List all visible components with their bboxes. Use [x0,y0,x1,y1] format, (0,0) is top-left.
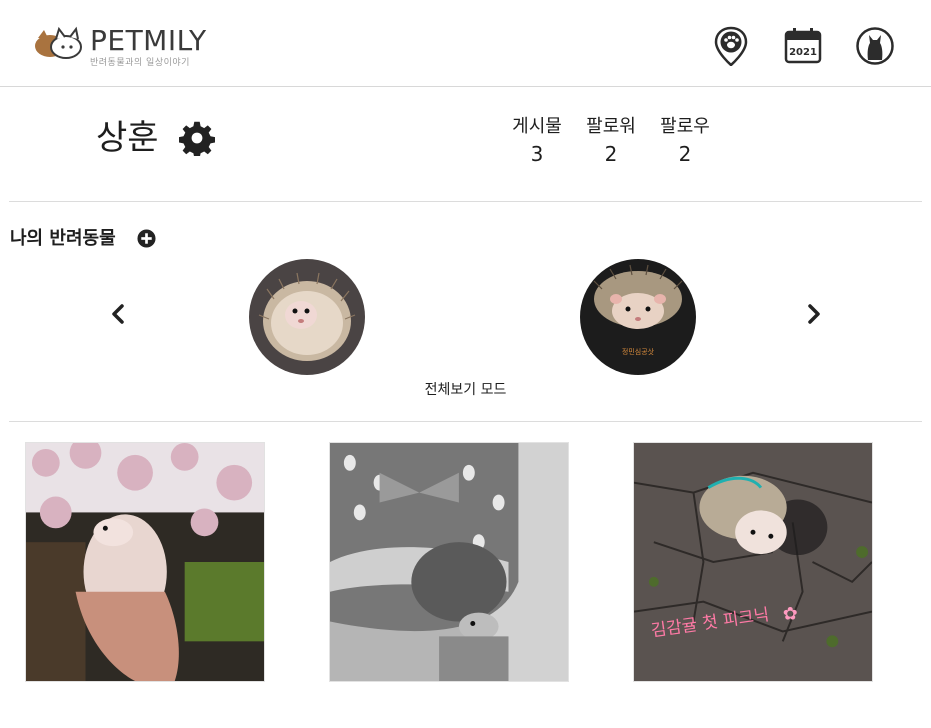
stat-value: 3 [530,142,544,166]
chevron-left-icon[interactable] [107,302,129,326]
add-pet-icon[interactable] [137,229,156,248]
stat-posts[interactable]: 게시물 3 [500,115,574,169]
post-thumbnail-1[interactable] [25,442,265,682]
post-thumbnail-3[interactable]: 김감귤 첫 피크닉 ✿ [633,442,873,682]
settings-gear-icon[interactable] [178,120,216,158]
stat-label: 게시물 [512,116,562,137]
top-header: PETMILY 반려동물과의 일상이야기 2021 [0,0,931,87]
flower-icon: ✿ [783,604,798,625]
divider [9,201,922,202]
pet-avatar-2[interactable]: 정민심공삿 [580,259,696,375]
profile-stats: 게시물 3 팔로워 2 팔로우 2 [500,115,722,169]
stat-label: 팔로워 [586,116,636,137]
post-thumbnail-2[interactable] [329,442,569,682]
map-pin-paw-icon[interactable] [711,26,751,66]
brand-tagline: 반려동물과의 일상이야기 [90,58,190,68]
brand-name: PETMILY [90,24,207,57]
stat-label: 팔로우 [660,116,710,137]
calendar-icon[interactable]: 2021 [783,26,823,66]
chevron-right-icon[interactable] [803,302,825,326]
logo-dog-cat-icon [35,26,82,59]
pet-avatar-1[interactable] [249,259,365,375]
my-pets-title: 나의 반려동물 [10,228,116,249]
cat-profile-icon[interactable] [855,26,895,66]
divider [9,421,922,422]
stat-value: 2 [604,142,618,166]
stat-following[interactable]: 팔로우 2 [648,115,722,169]
pet-photo-caption: 정민심공삿 [622,347,655,356]
profile-name: 상훈 [96,118,159,158]
calendar-year: 2021 [789,47,817,58]
stat-followers[interactable]: 팔로워 2 [574,115,648,169]
view-all-mode-link[interactable]: 전체보기 모드 [0,380,931,400]
stat-value: 2 [678,142,692,166]
logo[interactable]: PETMILY 반려동물과의 일상이야기 [32,26,207,68]
